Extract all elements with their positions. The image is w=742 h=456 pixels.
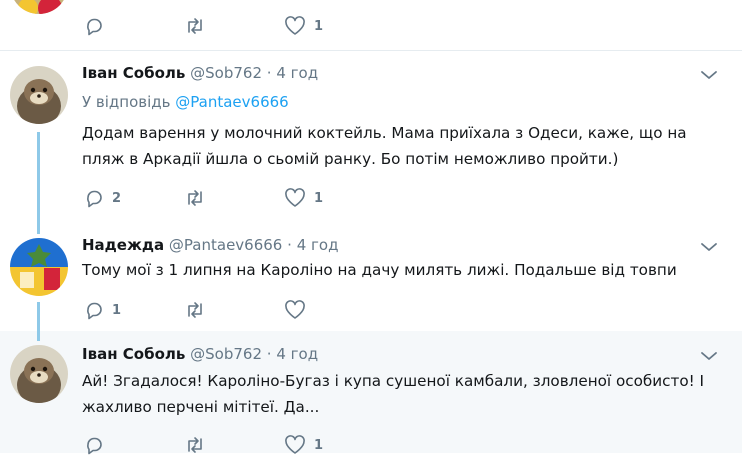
tweet-partial-top: 1 — [0, 0, 742, 50]
tweet-header: Надежда @Pantaev6666 · 4 год — [82, 236, 338, 254]
thread-line — [37, 331, 40, 341]
chevron-down-icon[interactable] — [700, 69, 718, 81]
retweet-icon — [188, 437, 202, 453]
separator-dot: · — [287, 236, 292, 254]
thread-line — [37, 224, 40, 234]
separator-dot: · — [266, 345, 272, 363]
retweet-button[interactable] — [184, 187, 214, 209]
reply-prefix: У відповідь — [82, 93, 171, 111]
reply-count: 1 — [112, 302, 122, 318]
chevron-down-icon[interactable] — [700, 350, 718, 362]
tweet[interactable]: Іван Соболь @Sob762 · 4 год У відповідь … — [0, 51, 742, 224]
reply-context: У відповідь @Pantaev6666 — [82, 93, 289, 111]
user-handle[interactable]: @Sob762 — [190, 64, 262, 82]
display-name[interactable]: Іван Соболь — [82, 64, 185, 82]
avatar[interactable] — [10, 0, 68, 14]
timestamp[interactable]: 4 год — [276, 345, 318, 363]
reply-button[interactable] — [84, 15, 112, 37]
tweet-text: Додам варення у молочний коктейль. Мама … — [82, 124, 687, 168]
thread-line — [37, 302, 40, 331]
reply-icon — [87, 302, 102, 320]
heart-icon — [285, 16, 305, 35]
chevron-down-icon[interactable] — [700, 241, 718, 253]
retweet-button[interactable] — [184, 15, 214, 37]
like-count: 1 — [314, 18, 324, 34]
retweet-icon — [188, 18, 202, 34]
timestamp[interactable]: 4 год — [297, 236, 339, 254]
reply-button[interactable]: 1 — [84, 299, 121, 321]
thread-line — [37, 132, 40, 224]
avatar[interactable] — [10, 66, 68, 124]
like-button[interactable]: 1 — [284, 15, 323, 37]
heart-icon — [285, 300, 305, 319]
tweet-text: Тому мої з 1 липня на Кароліно на дачу м… — [82, 261, 677, 279]
reply-icon — [87, 437, 102, 455]
tweet-text: Ай! Згадалося! Кароліно-Бугаз і купа суш… — [82, 372, 705, 416]
user-handle[interactable]: @Sob762 — [190, 345, 262, 363]
reply-icon — [87, 18, 102, 36]
like-button[interactable]: 1 — [284, 187, 323, 209]
reply-mention-link[interactable]: @Pantaev6666 — [175, 93, 288, 111]
user-handle[interactable]: @Pantaev6666 — [169, 236, 282, 254]
tweet-header: Іван Соболь @Sob762 · 4 год — [82, 64, 318, 82]
retweet-icon — [188, 302, 202, 318]
heart-icon — [285, 188, 305, 207]
reply-button[interactable]: 2 — [84, 187, 121, 209]
avatar[interactable] — [10, 238, 68, 296]
display-name[interactable]: Надежда — [82, 236, 164, 254]
like-button[interactable] — [284, 299, 314, 321]
retweet-icon — [188, 190, 202, 206]
tweet-highlighted[interactable]: Іван Соболь @Sob762 · 4 год Ай! Згадалос… — [0, 331, 742, 455]
reply-icon — [87, 190, 102, 208]
avatar[interactable] — [10, 345, 68, 403]
display-name[interactable]: Іван Соболь — [82, 345, 185, 363]
separator-dot: · — [266, 64, 272, 82]
like-count: 1 — [314, 190, 324, 206]
timestamp[interactable]: 4 год — [276, 64, 318, 82]
tweet[interactable]: Надежда @Pantaev6666 · 4 год Тому мої з … — [0, 224, 742, 331]
retweet-button[interactable] — [184, 299, 214, 321]
reply-count: 2 — [112, 190, 122, 206]
like-count: 1 — [314, 437, 324, 453]
heart-icon — [285, 435, 305, 454]
tweet-header: Іван Соболь @Sob762 · 4 год — [82, 345, 318, 363]
